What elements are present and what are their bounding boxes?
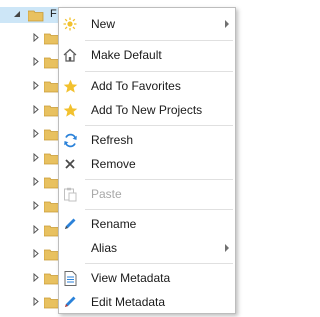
- tree-row[interactable]: [0, 54, 60, 70]
- expand-arrow-icon[interactable]: [33, 153, 39, 162]
- menu-item-remove[interactable]: Remove: [59, 152, 235, 176]
- expand-arrow-icon[interactable]: [33, 225, 39, 234]
- menu-item-new[interactable]: New: [59, 12, 235, 36]
- menu-item-add-to-favorites[interactable]: Add To Favorites: [59, 74, 235, 98]
- expand-arrow-icon[interactable]: [33, 33, 39, 42]
- tree-row[interactable]: [0, 270, 60, 286]
- menu-item-label: Make Default: [91, 48, 162, 62]
- expand-arrow-icon[interactable]: [33, 129, 39, 138]
- edit-pencil-icon: [62, 294, 78, 310]
- tree-row[interactable]: [0, 126, 60, 142]
- tree-row[interactable]: [0, 174, 60, 190]
- expand-arrow-icon[interactable]: [33, 81, 39, 90]
- menu-item-rename[interactable]: Rename: [59, 212, 235, 236]
- tree-row[interactable]: [0, 78, 60, 94]
- home-icon: [62, 47, 78, 63]
- menu-separator: [85, 179, 233, 180]
- expand-arrow-icon[interactable]: [33, 273, 39, 282]
- menu-item-alias[interactable]: Alias: [59, 236, 235, 260]
- menu-item-label: Paste: [91, 187, 122, 201]
- menu-item-label: New: [91, 17, 116, 31]
- sun-new-icon: [62, 16, 78, 32]
- menu-item-label: Edit Metadata: [91, 295, 166, 309]
- expand-arrow-icon[interactable]: [33, 105, 39, 114]
- menu-item-refresh[interactable]: Refresh: [59, 128, 235, 152]
- tree-row[interactable]: [0, 150, 60, 166]
- menu-separator: [85, 263, 233, 264]
- context-menu: New Make Default Add To Favorites Add To…: [58, 7, 236, 314]
- star-icon: [62, 102, 78, 118]
- tree-row[interactable]: [0, 102, 60, 118]
- tree-row[interactable]: [0, 246, 60, 262]
- menu-item-add-to-new-projects[interactable]: Add To New Projects: [59, 98, 235, 122]
- menu-separator: [85, 71, 233, 72]
- menu-item-make-default[interactable]: Make Default: [59, 43, 235, 67]
- submenu-arrow-icon: [225, 20, 229, 28]
- star-icon: [62, 78, 78, 94]
- menu-separator: [85, 209, 233, 210]
- tree-row[interactable]: [0, 198, 60, 214]
- expand-arrow-icon[interactable]: [33, 57, 39, 66]
- menu-separator: [85, 125, 233, 126]
- tree-row[interactable]: [0, 222, 60, 238]
- menu-item-label: View Metadata: [91, 271, 171, 285]
- expand-arrow-icon[interactable]: [33, 177, 39, 186]
- expand-arrow-icon[interactable]: [33, 201, 39, 210]
- submenu-arrow-icon: [225, 244, 229, 252]
- document-icon: [62, 270, 78, 286]
- collapse-arrow-icon[interactable]: [13, 10, 21, 18]
- pencil-icon: [62, 216, 78, 232]
- refresh-icon: [62, 132, 78, 148]
- menu-item-edit-metadata[interactable]: Edit Metadata: [59, 290, 235, 314]
- menu-item-label: Add To Favorites: [91, 79, 181, 93]
- menu-item-label: Add To New Projects: [91, 103, 203, 117]
- menu-item-label: Refresh: [91, 133, 134, 147]
- menu-item-label: Remove: [91, 157, 136, 171]
- menu-separator: [85, 40, 233, 41]
- expand-arrow-icon[interactable]: [33, 249, 39, 258]
- menu-item-view-metadata[interactable]: View Metadata: [59, 266, 235, 290]
- menu-item-label: Rename: [91, 217, 137, 231]
- paste-icon: [62, 186, 78, 202]
- tree-row[interactable]: [0, 30, 60, 46]
- tree-row-label: F: [50, 8, 57, 20]
- menu-item-label: Alias: [91, 241, 118, 255]
- menu-item-paste[interactable]: Paste: [59, 182, 235, 206]
- remove-x-icon: [62, 156, 78, 172]
- folder-icon: [28, 10, 44, 22]
- expand-arrow-icon[interactable]: [33, 297, 39, 306]
- tree-row[interactable]: [0, 294, 60, 310]
